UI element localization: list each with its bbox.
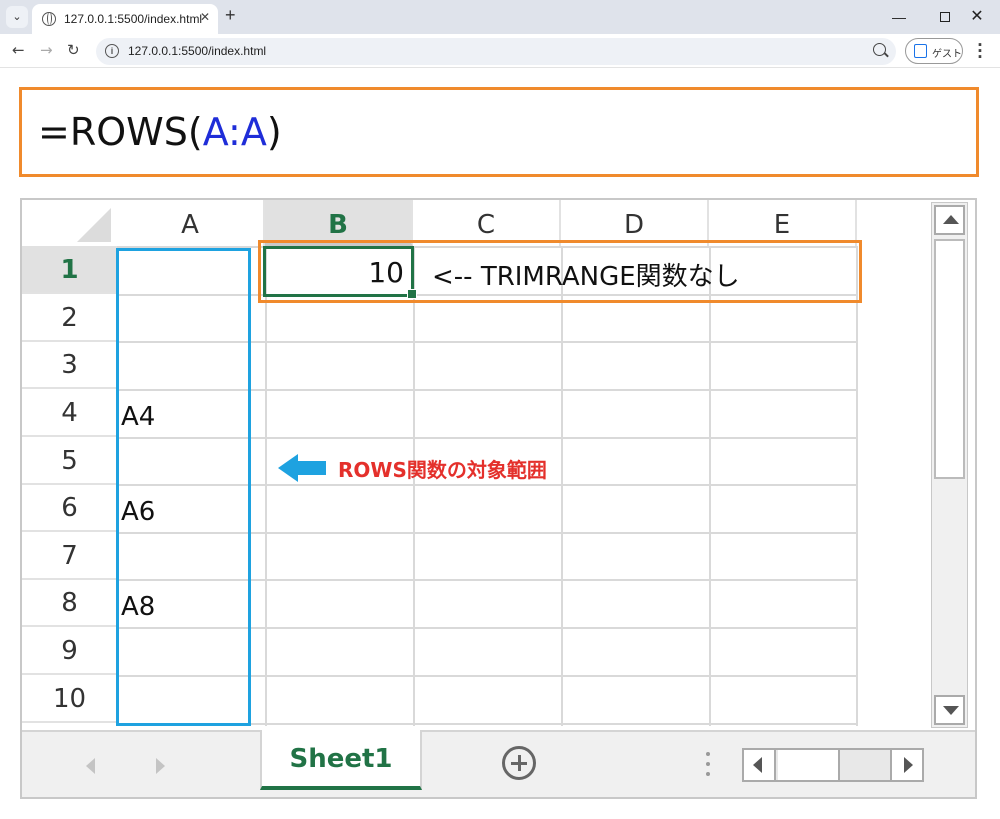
scroll-down-button[interactable] — [934, 695, 965, 725]
browser-tab[interactable]: 127.0.0.1:5500/index.html ✕ — [32, 4, 218, 34]
row-header-2[interactable]: 2 — [22, 294, 117, 342]
row-header-8[interactable]: 8 — [22, 579, 117, 627]
close-tab-icon[interactable]: ✕ — [200, 10, 210, 24]
vertical-scroll-thumb[interactable] — [934, 239, 965, 479]
minimize-icon[interactable]: — — [884, 5, 914, 29]
formula-prefix: =ROWS( — [38, 110, 203, 154]
gridline — [265, 246, 267, 726]
row-header-6[interactable]: 6 — [22, 484, 117, 532]
triangle-up-icon — [943, 215, 959, 224]
sheet-tab-sheet1[interactable]: Sheet1 — [260, 730, 422, 790]
address-bar[interactable]: i 127.0.0.1:5500/index.html — [96, 38, 896, 65]
globe-icon — [42, 12, 56, 26]
row-header-5[interactable]: 5 — [22, 437, 117, 485]
gridline — [856, 246, 858, 726]
gridline — [561, 246, 563, 726]
browser-tab-bar: ⌄ 127.0.0.1:5500/index.html ✕ + — ✕ — [0, 0, 1000, 34]
left-arrow-icon — [278, 454, 326, 482]
row-header-4[interactable]: 4 — [22, 389, 117, 437]
url-text[interactable]: 127.0.0.1:5500/index.html — [128, 44, 266, 58]
prev-sheet-arrow-icon[interactable] — [86, 758, 95, 774]
guest-profile-button[interactable]: ゲスト — [905, 38, 963, 64]
fill-handle[interactable] — [407, 289, 417, 299]
site-info-icon[interactable]: i — [105, 44, 119, 58]
reload-icon[interactable]: ↻ — [67, 41, 80, 59]
gridline — [709, 246, 711, 726]
zoom-icon[interactable] — [873, 43, 886, 56]
horizontal-scroll-thumb[interactable] — [778, 750, 840, 780]
gridline — [413, 246, 415, 726]
triangle-down-icon — [943, 706, 959, 715]
cell-c1[interactable]: <-- TRIMRANGE関数なし — [432, 256, 740, 293]
scroll-up-button[interactable] — [934, 205, 965, 235]
column-header-a[interactable]: A — [117, 200, 265, 246]
add-sheet-icon[interactable] — [502, 746, 536, 780]
scroll-left-button[interactable] — [744, 750, 776, 780]
row-header-10[interactable]: 10 — [22, 675, 117, 723]
guest-label: ゲスト — [932, 49, 962, 60]
tab-search-chevron-icon[interactable]: ⌄ — [6, 6, 28, 28]
triangle-right-icon — [904, 757, 913, 773]
row-header-1[interactable]: 1 — [22, 246, 117, 294]
profile-icon — [914, 44, 927, 58]
triangle-left-icon — [753, 757, 762, 773]
splitter-dots-icon[interactable] — [706, 752, 710, 782]
formula-text: =ROWS(A:A) — [38, 110, 282, 154]
sheet-tab-strip: Sheet1 — [22, 730, 975, 797]
formula-suffix: ) — [266, 110, 282, 154]
range-annotation-label: ROWS関数の対象範囲 — [338, 458, 547, 482]
more-menu-icon[interactable]: · · · — [974, 38, 986, 65]
formula-range-ref: A:A — [202, 110, 267, 154]
range-highlight-box — [116, 248, 251, 726]
browser-toolbar: ← → ↻ i 127.0.0.1:5500/index.html ゲスト · ·… — [0, 34, 1000, 68]
maximize-icon[interactable] — [930, 5, 960, 29]
window-close-icon[interactable]: ✕ — [962, 5, 992, 29]
formula-display: =ROWS(A:A) — [19, 87, 979, 177]
row-header-3[interactable]: 3 — [22, 341, 117, 389]
forward-arrow-icon[interactable]: → — [40, 41, 53, 59]
row-header-9[interactable]: 9 — [22, 627, 117, 675]
cell-b1[interactable]: 10 — [266, 256, 404, 289]
spreadsheet: A B C D E 1 2 3 4 5 6 7 8 9 10 A4 A6 A8 … — [20, 198, 977, 799]
new-tab-icon[interactable]: + — [225, 5, 236, 26]
tab-title: 127.0.0.1:5500/index.html — [64, 12, 203, 26]
cell-grid: A B C D E 1 2 3 4 5 6 7 8 9 10 A4 A6 A8 … — [22, 200, 878, 728]
scroll-right-button[interactable] — [890, 750, 922, 780]
back-arrow-icon[interactable]: ← — [12, 41, 25, 59]
horizontal-scrollbar[interactable] — [742, 748, 924, 782]
vertical-scrollbar[interactable] — [931, 202, 968, 728]
next-sheet-arrow-icon[interactable] — [156, 758, 165, 774]
select-all-corner[interactable] — [22, 200, 117, 246]
row-header-7[interactable]: 7 — [22, 532, 117, 580]
